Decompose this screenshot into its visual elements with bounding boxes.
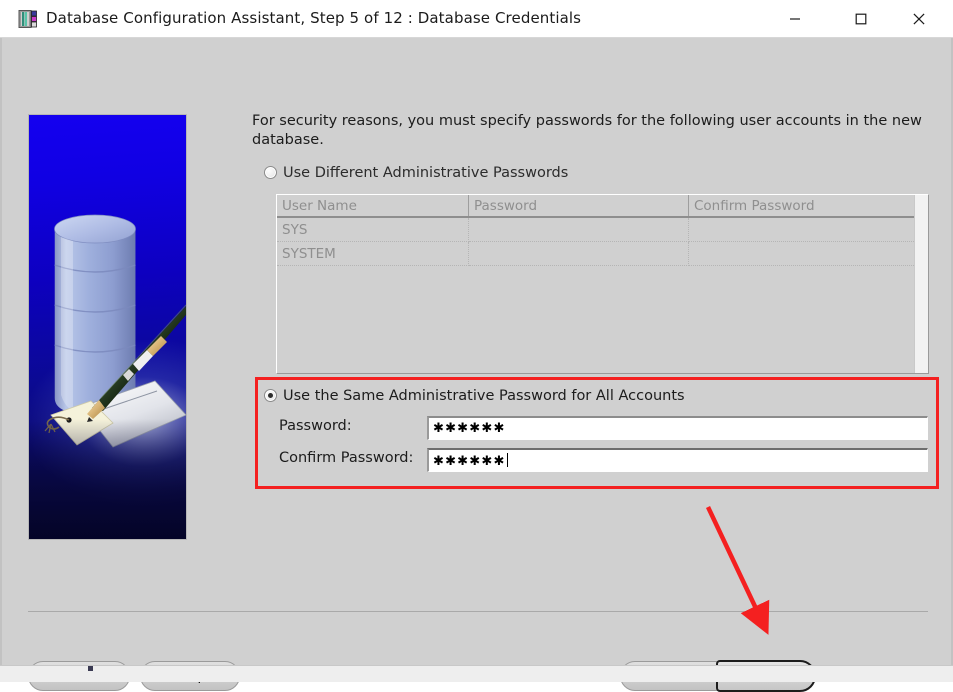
- window-title: Database Configuration Assistant, Step 5…: [46, 9, 582, 27]
- radio-indicator-same[interactable]: [264, 389, 277, 402]
- cell-password[interactable]: [469, 218, 689, 242]
- credentials-table[interactable]: User Name Password Confirm Password SYS …: [276, 194, 929, 374]
- cell-user-name: SYSTEM: [277, 242, 469, 266]
- column-header-user-name: User Name: [277, 195, 469, 216]
- text-caret: [506, 453, 508, 467]
- radio-label-different: Use Different Administrative Passwords: [283, 165, 569, 181]
- table-scrollbar[interactable]: [914, 195, 928, 373]
- screen-artifact: [88, 666, 93, 671]
- bottom-strip: [0, 665, 953, 682]
- radio-use-same-password[interactable]: Use the Same Administrative Password for…: [264, 388, 685, 404]
- dialog-body: For security reasons, you must specify p…: [0, 38, 953, 692]
- minimize-icon[interactable]: [772, 0, 817, 37]
- cell-confirm-password[interactable]: [689, 242, 926, 266]
- table-row[interactable]: SYSTEM: [277, 242, 928, 266]
- wizard-illustration: [28, 114, 187, 540]
- database-window-icon: [18, 9, 38, 29]
- radio-use-different-passwords[interactable]: Use Different Administrative Passwords: [264, 165, 568, 181]
- password-value: ✱✱✱✱✱✱: [433, 421, 506, 436]
- title-bar: Database Configuration Assistant, Step 5…: [0, 0, 953, 38]
- cell-confirm-password[interactable]: [689, 218, 926, 242]
- table-row[interactable]: SYS: [277, 218, 928, 242]
- confirm-password-input[interactable]: ✱✱✱✱✱✱: [427, 448, 928, 472]
- close-icon[interactable]: [896, 0, 941, 37]
- intro-text: For security reasons, you must specify p…: [252, 113, 922, 148]
- password-label: Password:: [279, 418, 352, 434]
- password-input[interactable]: ✱✱✱✱✱✱: [427, 416, 928, 440]
- table-header-row: User Name Password Confirm Password: [277, 195, 928, 218]
- cell-user-name: SYS: [277, 218, 469, 242]
- confirm-password-value: ✱✱✱✱✱✱: [433, 454, 506, 469]
- confirm-password-label: Confirm Password:: [279, 450, 414, 466]
- dca-wizard-window: Database Configuration Assistant, Step 5…: [0, 0, 953, 692]
- cell-password[interactable]: [469, 242, 689, 266]
- maximize-icon[interactable]: [838, 0, 883, 37]
- column-header-confirm-password: Confirm Password: [689, 195, 926, 216]
- radio-label-same: Use the Same Administrative Password for…: [283, 388, 685, 404]
- footer-separator: [28, 611, 928, 612]
- illustration-floor-shadow: [29, 419, 186, 539]
- radio-indicator-different[interactable]: [264, 166, 277, 179]
- column-header-password: Password: [469, 195, 689, 216]
